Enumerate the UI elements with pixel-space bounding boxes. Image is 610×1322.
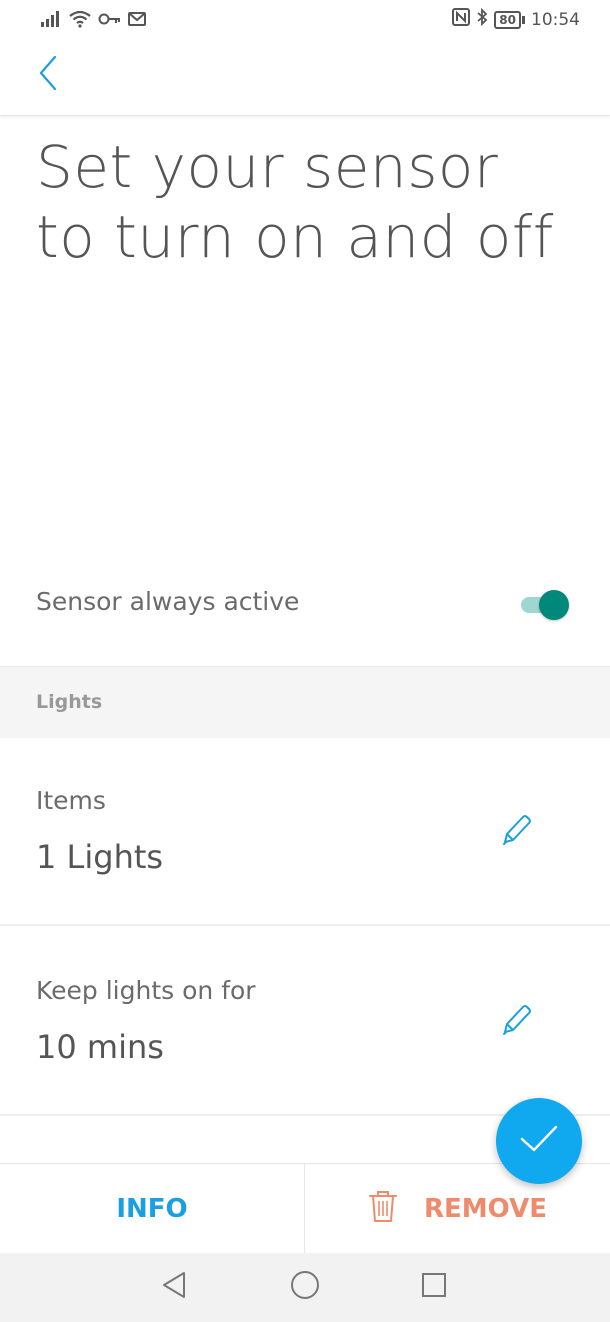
- items-value: 1 Lights: [36, 838, 164, 876]
- nav-back-button[interactable]: [158, 1271, 190, 1303]
- items-row[interactable]: Items 1 Lights: [0, 738, 610, 926]
- app-bar: [0, 42, 610, 116]
- nfc-icon: [452, 8, 471, 31]
- nav-recents-button[interactable]: [418, 1271, 450, 1303]
- sensor-always-active-toggle[interactable]: [521, 589, 569, 620]
- pencil-icon: [500, 1003, 532, 1041]
- checkmark-icon: [519, 1124, 559, 1158]
- gmail-icon: [128, 11, 146, 31]
- back-button[interactable]: [28, 50, 68, 100]
- sensor-always-active-label: Sensor always active: [36, 587, 300, 616]
- recents-square-icon: [420, 1271, 448, 1303]
- pencil-icon: [500, 813, 532, 851]
- section-header-lights: Lights: [0, 666, 610, 738]
- section-title: Lights: [36, 691, 103, 713]
- nav-home-button[interactable]: [289, 1271, 321, 1303]
- vpn-key-icon: [98, 11, 122, 31]
- keep-lights-on-row[interactable]: Keep lights on for 10 mins: [0, 928, 610, 1116]
- status-right: 80 10:54: [452, 7, 580, 31]
- chevron-left-icon: [37, 54, 59, 96]
- items-label: Items: [36, 786, 106, 815]
- wifi-icon: [68, 10, 92, 32]
- confirm-button[interactable]: [496, 1098, 582, 1184]
- remove-button[interactable]: REMOVE: [305, 1164, 610, 1254]
- keep-lights-on-label: Keep lights on for: [36, 976, 256, 1005]
- battery-level: 80: [494, 10, 521, 29]
- battery-icon: 80: [494, 10, 525, 29]
- status-time: 10:54: [531, 9, 580, 30]
- back-triangle-icon: [160, 1270, 188, 1304]
- page-title: Set your sensor to turn on and off: [36, 133, 554, 271]
- keep-lights-on-value: 10 mins: [36, 1028, 164, 1066]
- info-button[interactable]: INFO: [0, 1164, 305, 1254]
- bluetooth-icon: [476, 7, 488, 31]
- toggle-thumb: [539, 590, 569, 620]
- signal-icon: [40, 10, 62, 32]
- edit-duration-button[interactable]: [496, 1002, 536, 1042]
- edit-items-button[interactable]: [496, 812, 536, 852]
- status-left: [40, 10, 146, 32]
- sensor-always-active-row: Sensor always active: [0, 565, 610, 665]
- remove-label: REMOVE: [424, 1194, 547, 1224]
- system-nav-bar: [0, 1253, 610, 1322]
- trash-icon: [368, 1189, 398, 1230]
- status-bar: 80 10:54: [0, 0, 610, 42]
- home-circle-icon: [290, 1270, 320, 1304]
